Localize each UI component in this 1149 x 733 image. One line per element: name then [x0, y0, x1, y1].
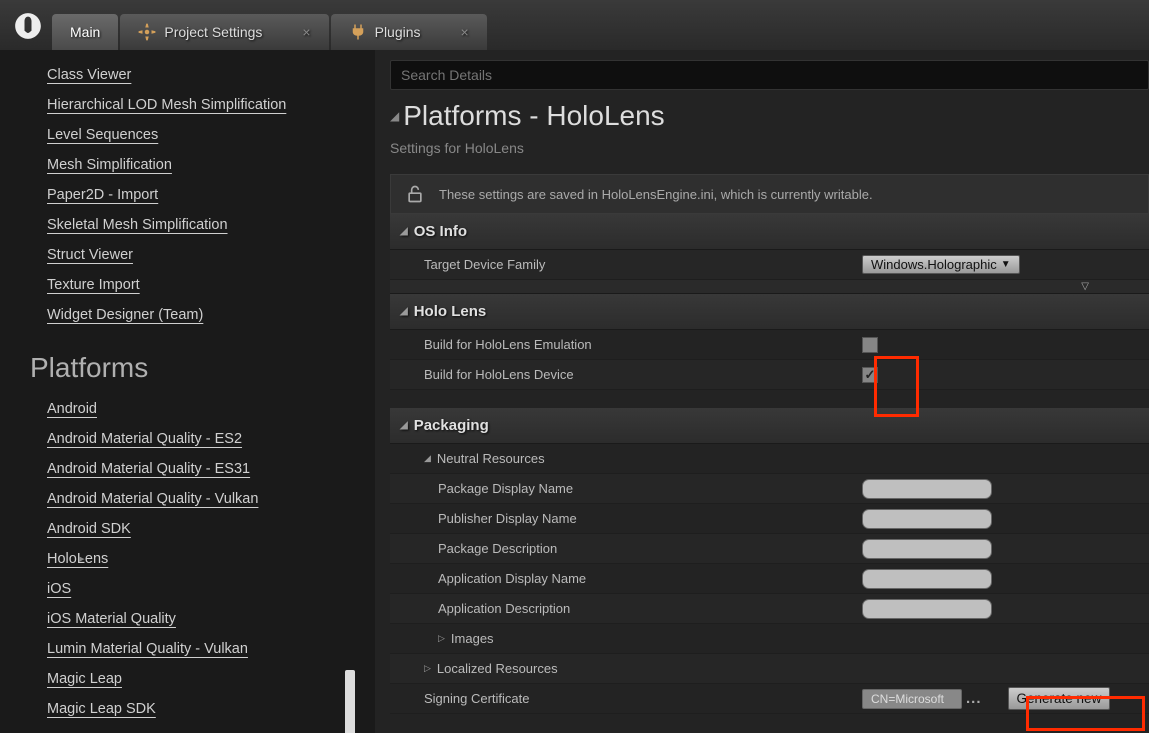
sidebar-item-hololens[interactable]: HoloLens	[47, 544, 375, 574]
tabs-bar: Main Project Settings × Plugins ×	[0, 0, 1149, 50]
label-application-display-name: Application Display Name	[390, 571, 860, 586]
sidebar-item-ios-material-quality[interactable]: iOS Material Quality	[47, 604, 375, 634]
sidebar-item-level-sequences[interactable]: Level Sequences	[47, 120, 375, 150]
sidebar-item-mesh-simplification[interactable]: Mesh Simplification	[47, 150, 375, 180]
banner-text: These settings are saved in HoloLensEngi…	[439, 187, 873, 202]
tab-project-settings-label: Project Settings	[164, 24, 262, 40]
label-target-device-family: Target Device Family	[390, 257, 860, 272]
input-application-description[interactable]	[862, 599, 992, 619]
collapse-icon[interactable]: ◢	[390, 109, 399, 123]
section-hololens[interactable]: ◢ Holo Lens	[390, 294, 1149, 330]
sidebar-item-android[interactable]: Android	[47, 394, 375, 424]
plug-icon	[349, 23, 367, 41]
caret-down-icon: ▼	[1001, 259, 1011, 270]
label-signing-certificate: Signing Certificate	[390, 691, 860, 706]
chevron-down-icon: ◢	[424, 453, 431, 464]
section-os-info[interactable]: ◢ OS Info	[390, 214, 1149, 250]
writable-banner: These settings are saved in HoloLensEngi…	[390, 174, 1149, 214]
input-package-description[interactable]	[862, 539, 992, 559]
close-icon[interactable]: ×	[461, 24, 469, 40]
sidebar: Class ViewerHierarchical LOD Mesh Simpli…	[0, 50, 375, 733]
sidebar-item-paper2d-import[interactable]: Paper2D - Import	[47, 180, 375, 210]
label-build-emulation: Build for HoloLens Emulation	[390, 337, 860, 352]
sidebar-item-ios[interactable]: iOS	[47, 574, 375, 604]
label-package-display-name: Package Display Name	[390, 481, 860, 496]
sidebar-item-magic-leap-sdk[interactable]: Magic Leap SDK	[47, 694, 375, 724]
sidebar-item-class-viewer[interactable]: Class Viewer	[47, 60, 375, 90]
generate-new-button[interactable]: Generate new	[1008, 687, 1111, 710]
sidebar-item-lumin-material-quality-vulkan[interactable]: Lumin Material Quality - Vulkan	[47, 634, 375, 664]
scrollbar[interactable]	[345, 670, 355, 733]
chevron-right-icon: ▷	[424, 663, 431, 674]
label-publisher-display-name: Publisher Display Name	[390, 511, 860, 526]
search-input[interactable]	[390, 60, 1149, 90]
input-application-display-name[interactable]	[862, 569, 992, 589]
sidebar-item-android-sdk[interactable]: Android SDK	[47, 514, 375, 544]
checkbox-build-emulation[interactable]	[862, 337, 878, 353]
sidebar-item-magic-leap[interactable]: Magic Leap	[47, 664, 375, 694]
input-publisher-display-name[interactable]	[862, 509, 992, 529]
label-build-device: Build for HoloLens Device	[390, 367, 860, 382]
tab-plugins[interactable]: Plugins ×	[331, 14, 487, 50]
label-package-description: Package Description	[390, 541, 860, 556]
label-images[interactable]: ▷Images	[390, 631, 860, 646]
tab-main[interactable]: Main	[52, 14, 118, 50]
tab-main-label: Main	[70, 24, 100, 40]
label-application-description: Application Description	[390, 601, 860, 616]
chevron-down-icon: ▽	[1081, 281, 1089, 292]
ellipsis-button[interactable]: ...	[966, 690, 982, 707]
unreal-logo-icon	[6, 2, 50, 50]
gear-icon	[138, 23, 156, 41]
sidebar-item-android-material-quality-es2[interactable]: Android Material Quality - ES2	[47, 424, 375, 454]
dropdown-target-device-family[interactable]: Windows.Holographic ▼	[862, 255, 1020, 274]
tab-project-settings[interactable]: Project Settings ×	[120, 14, 328, 50]
chevron-down-icon: ◢	[400, 306, 408, 317]
sidebar-item-struct-viewer[interactable]: Struct Viewer	[47, 240, 375, 270]
sidebar-item-skeletal-mesh-simplification[interactable]: Skeletal Mesh Simplification	[47, 210, 375, 240]
input-package-display-name[interactable]	[862, 479, 992, 499]
sidebar-item-android-material-quality-vulkan[interactable]: Android Material Quality - Vulkan	[47, 484, 375, 514]
page-title: Platforms - HoloLens	[403, 100, 664, 132]
sidebar-item-android-material-quality-es31[interactable]: Android Material Quality - ES31	[47, 454, 375, 484]
sidebar-item-widget-designer-team-[interactable]: Widget Designer (Team)	[47, 300, 375, 330]
section-packaging[interactable]: ◢ Packaging	[390, 408, 1149, 444]
unlock-icon	[405, 184, 425, 204]
checkbox-build-device[interactable]	[862, 367, 878, 383]
expand-advanced[interactable]: ▽	[390, 280, 1149, 294]
tab-plugins-label: Plugins	[375, 24, 421, 40]
label-neutral-resources[interactable]: ◢Neutral Resources	[390, 451, 860, 466]
detail-panel: ◢ Platforms - HoloLens Settings for Holo…	[375, 50, 1149, 733]
chevron-down-icon: ◢	[400, 420, 408, 431]
chevron-down-icon: ◢	[400, 226, 408, 237]
sidebar-item-texture-import[interactable]: Texture Import	[47, 270, 375, 300]
label-localized-resources[interactable]: ▷Localized Resources	[390, 661, 860, 676]
sidebar-item-hierarchical-lod-mesh-simplification[interactable]: Hierarchical LOD Mesh Simplification	[47, 90, 375, 120]
close-icon[interactable]: ×	[302, 24, 310, 40]
page-subtitle: Settings for HoloLens	[375, 136, 1149, 174]
input-signing-certificate[interactable]: CN=Microsoft	[862, 689, 962, 709]
chevron-right-icon: ▷	[438, 633, 445, 644]
sidebar-heading-platforms: Platforms	[0, 330, 375, 394]
